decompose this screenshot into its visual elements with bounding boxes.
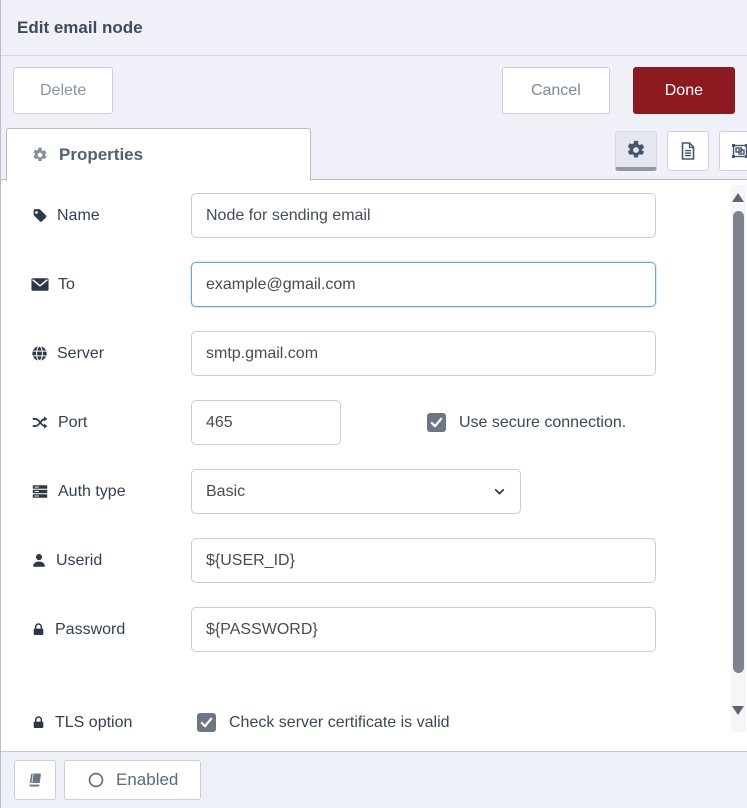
scroll-down-arrow-icon[interactable] (732, 706, 744, 715)
dialog-toolbar: Delete Cancel Done (1, 56, 747, 125)
server-input[interactable] (191, 331, 656, 376)
dialog-title: Edit email node (17, 18, 143, 38)
secure-connection-label: Use secure connection. (459, 414, 626, 432)
object-group-icon (730, 141, 747, 161)
tls-check-label: Check server certificate is valid (229, 714, 450, 732)
tab-bar: Properties (1, 125, 747, 180)
book-icon (26, 771, 44, 789)
name-label: Name (1, 207, 191, 225)
userid-input[interactable] (191, 538, 656, 583)
name-input[interactable] (191, 193, 656, 238)
password-row: Password (1, 607, 747, 652)
server-icon (31, 483, 49, 500)
lock-icon (31, 621, 46, 638)
port-row: Port Use secure connection. (1, 400, 747, 445)
port-input[interactable] (191, 400, 341, 445)
userid-label: Userid (1, 552, 191, 570)
tab-properties[interactable]: Properties (6, 128, 311, 181)
appearance-tab-button[interactable] (719, 131, 747, 171)
circle-outline-icon (87, 771, 105, 789)
auth-type-select-wrap: Basic (191, 469, 521, 514)
edit-email-node-dialog: Edit email node Delete Cancel Done Prope… (0, 0, 747, 808)
description-tab-button[interactable] (667, 131, 709, 171)
globe-icon (31, 345, 48, 362)
to-row: To (1, 262, 747, 307)
gear-icon (626, 140, 646, 160)
secure-connection-group: Use secure connection. (427, 413, 626, 432)
envelope-icon (31, 277, 49, 292)
userid-row: Userid (1, 538, 747, 583)
lock-icon (31, 714, 46, 731)
form-scrollbar[interactable] (731, 185, 746, 732)
scroll-up-arrow-icon[interactable] (732, 193, 744, 202)
tls-option-row: TLS option Check server certificate is v… (1, 700, 747, 737)
delete-button[interactable]: Delete (13, 67, 113, 114)
done-button[interactable]: Done (633, 67, 735, 114)
password-input[interactable] (191, 607, 656, 652)
node-enabled-toggle[interactable]: Enabled (64, 760, 201, 800)
tls-check-group: Check server certificate is valid (197, 713, 450, 732)
to-label: To (1, 276, 191, 294)
properties-tab-button[interactable] (615, 131, 657, 171)
user-icon (31, 552, 47, 569)
tag-icon (31, 207, 48, 224)
gear-icon (32, 147, 48, 163)
secure-connection-checkbox[interactable] (427, 413, 446, 432)
name-row: Name (1, 193, 747, 238)
server-row: Server (1, 331, 747, 376)
scrollbar-thumb[interactable] (733, 211, 744, 673)
tab-icon-buttons (615, 131, 747, 171)
node-enabled-label: Enabled (116, 770, 178, 790)
auth-type-label: Auth type (1, 483, 191, 501)
server-label: Server (1, 345, 191, 363)
shuffle-icon (31, 414, 49, 431)
auth-type-select[interactable]: Basic (191, 469, 521, 514)
file-text-icon (678, 141, 698, 161)
node-help-button[interactable] (14, 760, 56, 800)
dialog-header: Edit email node (1, 0, 747, 56)
content-bottom-spacer (1, 737, 747, 751)
tls-option-label: TLS option (1, 714, 191, 732)
port-label: Port (1, 414, 191, 432)
tab-properties-label: Properties (59, 145, 143, 165)
password-label: Password (1, 621, 191, 639)
properties-form: Name To Server (1, 180, 747, 737)
to-input[interactable] (191, 262, 656, 307)
auth-type-row: Auth type Basic (1, 469, 747, 514)
dialog-footer: Enabled (1, 751, 747, 808)
tls-checkbox[interactable] (197, 713, 216, 732)
cancel-button[interactable]: Cancel (502, 67, 610, 114)
